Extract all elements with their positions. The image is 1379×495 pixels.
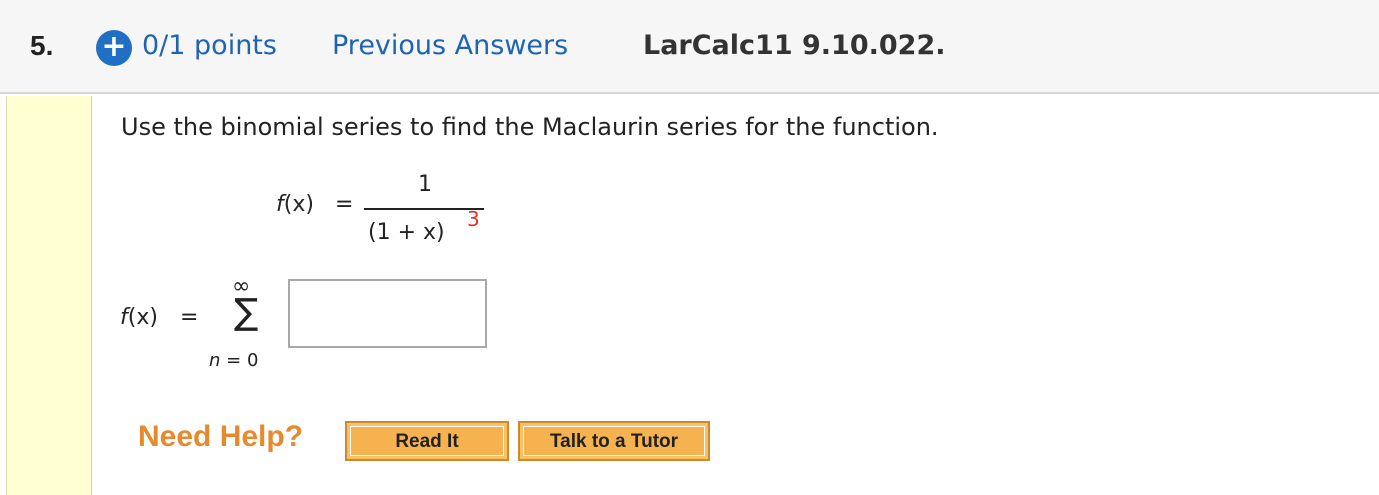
question-header: 5. + 0/1 points Previous Answers LarCalc… — [0, 0, 1379, 94]
question-prompt: Use the binomial series to find the Macl… — [121, 113, 939, 141]
denominator-exponent: 3 — [467, 207, 480, 231]
sigma-index-var: n — [209, 350, 221, 371]
series-equals: = — [180, 305, 199, 330]
talk-to-tutor-label: Talk to a Tutor — [523, 426, 705, 456]
function-name: f — [276, 192, 284, 217]
function-lhs: f(x) — [276, 192, 314, 217]
talk-to-tutor-button[interactable]: Talk to a Tutor — [518, 421, 710, 461]
fraction-numerator: 1 — [418, 172, 432, 197]
series-lhs: f(x) — [120, 305, 158, 330]
read-it-label: Read It — [350, 426, 504, 456]
sigma-symbol: ∑ — [234, 292, 259, 333]
fraction-bar — [364, 208, 484, 210]
points-link[interactable]: 0/1 points — [142, 30, 277, 61]
series-function-name: f — [120, 305, 128, 330]
previous-answers-link[interactable]: Previous Answers — [332, 30, 568, 61]
series-answer-input[interactable] — [288, 279, 487, 348]
question-status-strip — [6, 96, 92, 495]
need-help-label: Need Help? — [138, 420, 304, 453]
read-it-button[interactable]: Read It — [345, 421, 509, 461]
plus-circle-icon[interactable]: + — [96, 30, 132, 66]
function-equals: = — [335, 192, 354, 217]
function-arg: (x) — [283, 192, 314, 217]
fraction-denominator: (1 + x) — [368, 220, 445, 245]
sigma-index-start: = 0 — [220, 350, 259, 371]
question-id: LarCalc11 9.10.022. — [643, 30, 946, 61]
sigma-lower-limit: n = 0 — [209, 350, 258, 371]
question-number: 5. — [30, 30, 54, 61]
series-function-arg: (x) — [127, 305, 158, 330]
